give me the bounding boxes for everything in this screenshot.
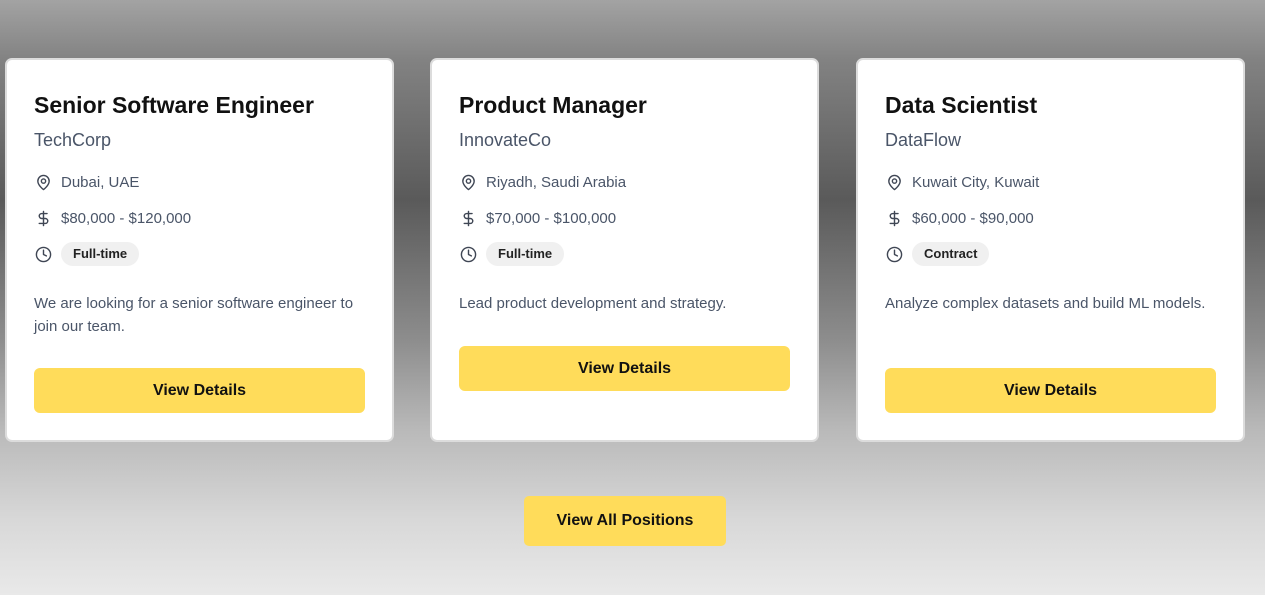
type-row: Full-time bbox=[459, 242, 790, 266]
view-details-button[interactable]: View Details bbox=[34, 368, 365, 413]
job-title: Product Manager bbox=[459, 92, 647, 118]
map-pin-icon bbox=[459, 173, 477, 191]
company-name: InnovateCo bbox=[459, 130, 552, 150]
company-name: TechCorp bbox=[34, 130, 112, 150]
job-card: Product Manager InnovateCo Riyadh, Saudi… bbox=[430, 58, 819, 442]
job-card: Data Scientist DataFlow Kuwait City, Kuw… bbox=[856, 58, 1245, 442]
view-details-button[interactable]: View Details bbox=[459, 346, 790, 391]
map-pin-icon bbox=[34, 173, 52, 191]
map-pin-icon bbox=[885, 173, 903, 191]
job-title: Senior Software Engineer bbox=[34, 92, 314, 118]
salary-row: $70,000 - $100,000 bbox=[459, 206, 790, 230]
type-row: Full-time bbox=[34, 242, 365, 266]
job-card: Senior Software Engineer TechCorp Dubai,… bbox=[5, 58, 394, 442]
job-location: Kuwait City, Kuwait bbox=[912, 173, 1040, 191]
view-details-button[interactable]: View Details bbox=[885, 368, 1216, 413]
clock-icon bbox=[459, 245, 477, 263]
job-description: Analyze complex datasets and build ML mo… bbox=[885, 295, 1206, 312]
type-row: Contract bbox=[885, 242, 1216, 266]
job-description: We are looking for a senior software eng… bbox=[34, 295, 354, 335]
job-location: Riyadh, Saudi Arabia bbox=[486, 173, 627, 191]
clock-icon bbox=[34, 245, 52, 263]
dollar-icon bbox=[885, 209, 903, 227]
clock-icon bbox=[885, 245, 903, 263]
salary-row: $80,000 - $120,000 bbox=[34, 206, 365, 230]
view-all-positions-button[interactable]: View All Positions bbox=[524, 496, 726, 546]
job-salary: $70,000 - $100,000 bbox=[486, 209, 617, 227]
salary-row: $60,000 - $90,000 bbox=[885, 206, 1216, 230]
job-type-badge: Full-time bbox=[61, 242, 140, 266]
location-row: Dubai, UAE bbox=[34, 170, 365, 194]
job-salary: $60,000 - $90,000 bbox=[912, 209, 1034, 227]
dollar-icon bbox=[459, 209, 477, 227]
job-type-badge: Full-time bbox=[486, 242, 565, 266]
location-row: Kuwait City, Kuwait bbox=[885, 170, 1216, 194]
dollar-icon bbox=[34, 209, 52, 227]
job-salary: $80,000 - $120,000 bbox=[61, 209, 192, 227]
job-cards-list: Senior Software Engineer TechCorp Dubai,… bbox=[5, 58, 1245, 442]
job-title: Data Scientist bbox=[885, 92, 1038, 118]
location-row: Riyadh, Saudi Arabia bbox=[459, 170, 790, 194]
company-name: DataFlow bbox=[885, 130, 962, 150]
job-type-badge: Contract bbox=[912, 242, 990, 266]
job-description: Lead product development and strategy. bbox=[459, 295, 727, 312]
job-location: Dubai, UAE bbox=[61, 173, 140, 191]
